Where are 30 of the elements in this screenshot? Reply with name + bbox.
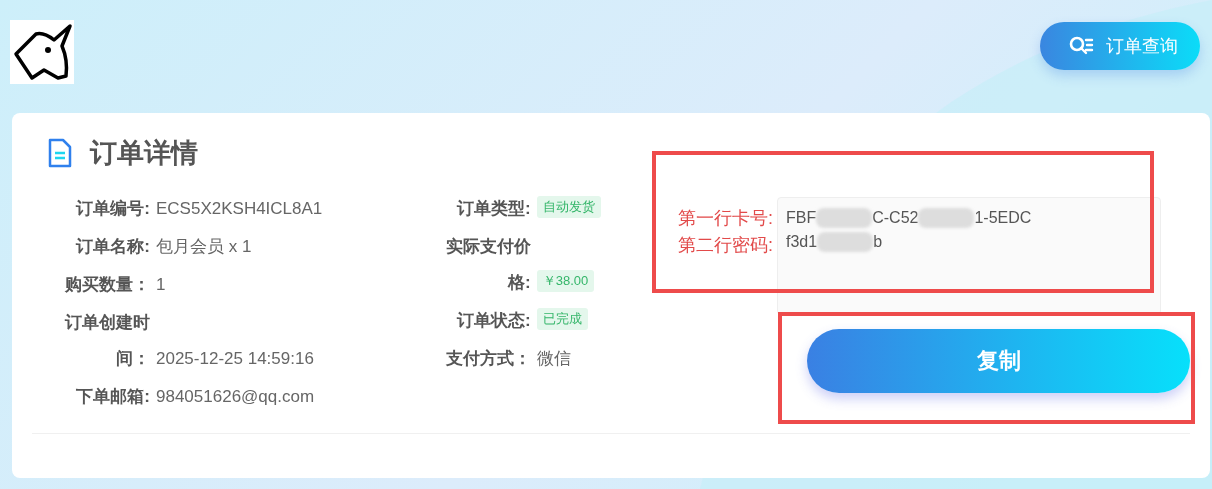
redaction-blur [918,208,975,228]
field-value: 包月会员 x 1 [156,236,252,258]
copy-button[interactable]: 复制 [807,329,1190,393]
status-tag: ￥38.00 [536,270,595,292]
field-value: 2025-12-25 14:59:16 [156,348,314,370]
field-label: 订单状态: [455,310,531,332]
card-title: 订单详情 [90,137,198,170]
status-tag: 已完成 [536,308,588,330]
document-icon [48,138,72,168]
credentials-field[interactable]: FBF C-C52 1-5EDC f3d1 b [777,197,1161,315]
hint-label: 第二行密码: [678,234,773,257]
unicorn-logo-icon [10,20,74,84]
field-label: 订单名称: [74,236,150,258]
field-label: 支付方式： [444,348,531,370]
field-value: 1 [156,274,166,296]
search-icon [1068,35,1094,57]
status-tag: 自动发货 [536,196,601,218]
redaction-blur [817,232,874,252]
field-value: ECS5X2KSH4ICL8A1 [156,198,323,220]
order-query-button[interactable]: 订单查询 [1040,22,1200,70]
field-label: 订单创建时间： [63,312,150,370]
field-label: 订单编号: [74,198,150,220]
field-value: 984051626@qq.com [156,386,315,408]
field-label: 实际支付价格: [444,236,531,294]
field-label: 订单类型: [455,198,531,220]
redaction-blur [816,208,873,228]
field-label: 下单邮箱: [75,386,150,408]
hint-label: 第一行卡号: [678,207,773,230]
field-label: 购买数量： [64,274,150,296]
field-value: 微信 [536,348,571,370]
